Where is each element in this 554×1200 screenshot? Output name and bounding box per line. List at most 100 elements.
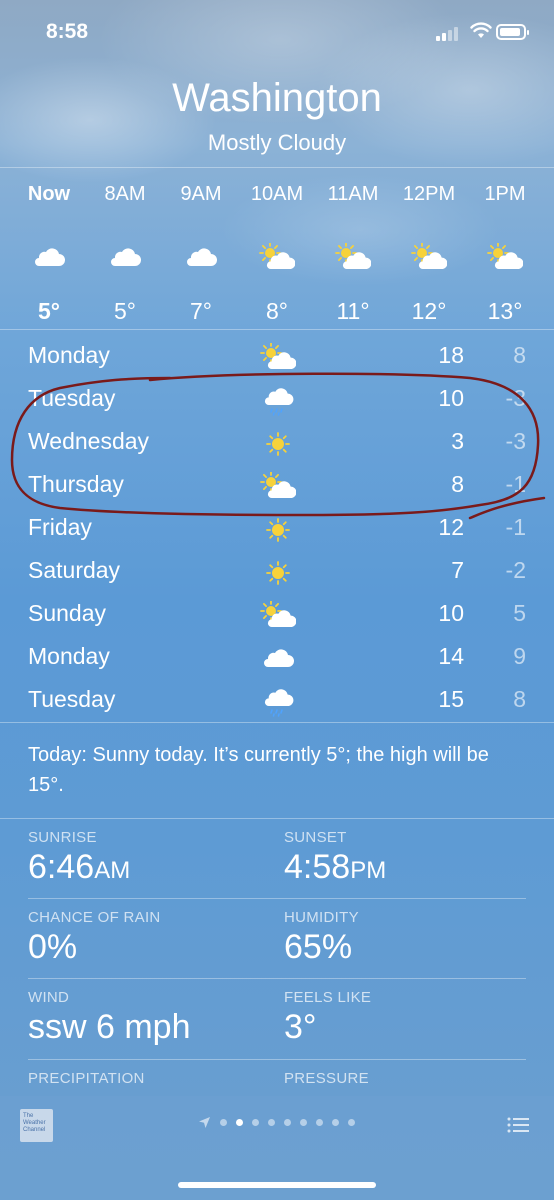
hour-label: 8AM [104,183,146,205]
sun-icon [256,426,300,462]
day-name: Wednesday [28,428,150,454]
day-high: 3 [451,428,464,454]
day-name: Monday [28,643,110,669]
hour-temp: 7° [190,298,212,324]
hourly-item: 11AM 11° [316,180,390,325]
page-dot[interactable] [220,1119,227,1126]
sunset-label: SUNSET [284,829,347,846]
page-dot[interactable] [300,1119,307,1126]
city-name: Washington [172,76,382,120]
sun-icon [256,512,300,548]
chance-of-rain-detail: CHANCE OF RAIN 0% [28,909,161,967]
hour-temp: 11° [336,298,370,324]
page-dot[interactable] [236,1119,243,1126]
daily-row: Friday 12 -1 [0,510,554,553]
city-list-icon[interactable] [507,1116,529,1134]
divider [0,329,554,330]
partly-cloudy-icon [468,228,542,288]
page-dot[interactable] [316,1119,323,1126]
weather-channel-logo[interactable]: The Weather Channel [20,1109,53,1142]
day-low: -1 [505,514,526,540]
sunrise-value: 6:46AM [28,848,131,886]
daily-row: Wednesday 3 -3 [0,424,554,467]
day-name: Friday [28,514,92,540]
hour-label: Now [27,183,71,205]
hourly-item: 8AM 5° [88,180,162,325]
day-low: 5 [513,600,526,626]
day-low: 9 [513,643,526,669]
daily-row: Thursday 8 -1 [0,467,554,510]
divider [0,722,554,723]
day-low: -1 [505,471,526,497]
cloud-icon [256,641,300,677]
divider [0,818,554,819]
partly-cloudy-icon [316,228,390,288]
sunset-value: 4:58PM [284,848,387,886]
location-arrow-icon [199,1117,210,1128]
day-name: Tuesday [28,686,116,712]
hour-temp: 5° [38,298,60,324]
hour-label: 10AM [250,183,304,205]
day-low: -2 [505,557,526,583]
wind-label: WIND [28,989,70,1006]
cloud-icon [164,228,238,288]
partly-cloudy-icon [256,598,300,634]
precipitation-detail: PRECIPITATION [28,1070,145,1087]
partly-cloudy-icon [240,228,314,288]
humidity-value: 65% [284,928,353,966]
page-dot[interactable] [348,1119,355,1126]
hour-label: 9AM [180,183,222,205]
hour-temp: 8° [266,298,288,324]
hour-label: 11AM [327,183,379,205]
day-name: Saturday [28,557,121,583]
day-high: 15 [438,686,464,712]
divider [28,978,526,979]
sunrise-suffix: AM [94,857,131,884]
hourly-forecast[interactable]: Now 5° 8AM 5° 9AM 7° 10AM 8° 11AM 11° 12PM 12… [12,180,542,325]
divider [0,167,554,168]
day-low: 8 [513,342,526,368]
sun-icon [256,555,300,591]
day-low: 8 [513,686,526,712]
current-condition: Mostly Cloudy [207,130,347,155]
sunrise-detail: SUNRISE 6:46AM [28,829,130,887]
page-dot[interactable] [252,1119,259,1126]
page-dot[interactable] [332,1119,339,1126]
hour-label: 1PM [484,183,526,205]
sunset-detail: SUNSET 4:58PM [284,829,386,887]
day-high: 8 [451,471,464,497]
humidity-detail: HUMIDITY 65% [284,909,359,967]
day-name: Monday [28,342,110,368]
rain-cloud-icon [256,383,300,419]
pressure-detail: PRESSURE [284,1070,369,1087]
page-dot[interactable] [268,1119,275,1126]
pressure-label: PRESSURE [284,1070,369,1087]
sunrise-label: SUNRISE [28,829,97,846]
hour-label: 12PM [402,183,456,205]
day-high: 10 [438,385,464,411]
cloud-icon [88,228,162,288]
divider [28,898,526,899]
cloud-icon [12,228,86,288]
hourly-item: 10AM 8° [240,180,314,325]
hour-temp: 12° [411,298,447,324]
chance-of-rain-label: CHANCE OF RAIN [28,909,161,926]
precipitation-label: PRECIPITATION [28,1070,145,1087]
daily-row: Sunday 10 5 [0,596,554,639]
status-time: 8:58 [46,20,89,43]
page-dot[interactable] [284,1119,291,1126]
home-indicator[interactable] [178,1182,376,1188]
hourly-item: 12PM 12° [392,180,466,325]
day-high: 12 [438,514,464,540]
daily-row: Tuesday 15 8 [0,682,554,725]
day-name: Thursday [28,471,124,497]
divider [28,1059,526,1060]
day-high: 14 [438,643,464,669]
daily-row: Monday 14 9 [0,639,554,682]
day-low: -3 [505,385,526,411]
hourly-item: Now 5° [12,180,86,325]
wifi-icon [470,22,492,38]
page-indicator[interactable] [198,1116,355,1129]
day-high: 18 [438,342,464,368]
wind-detail: WIND ssw 6 mph [28,989,191,1047]
